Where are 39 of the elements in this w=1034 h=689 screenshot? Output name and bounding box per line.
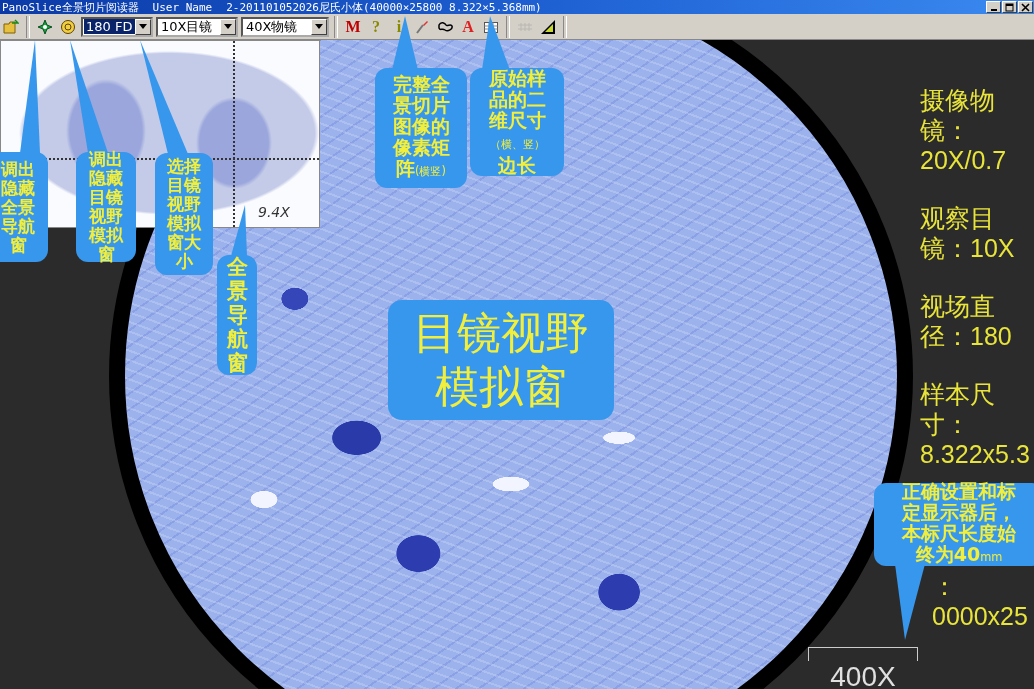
callout-bubble: 正确设置和标定显示器后，本标尺长度始终为40mm — [874, 483, 1034, 566]
cross-arrows-icon — [37, 18, 53, 35]
dropdown[interactable]: 40X物镜 — [241, 16, 329, 37]
info-text: ： 0000x25 — [932, 571, 1029, 631]
user-name: User Name — [152, 0, 213, 14]
info-text: 摄像物镜： 20X/0.7 — [920, 85, 1008, 175]
caret-icon — [315, 24, 323, 29]
callout-bubble: 调出隐藏全景导航窗 — [0, 152, 48, 262]
caret-icon — [139, 24, 147, 29]
maximize-button[interactable] — [1002, 1, 1017, 13]
callout-bubble: 选择目镜视野模拟窗大小 — [155, 153, 213, 275]
close-button[interactable] — [1018, 1, 1033, 13]
caret-icon — [224, 24, 232, 29]
annotation-label: 目镜视野模拟窗 — [388, 300, 614, 420]
callout-bubble: 完整全景切片图像的像素矩阵(横竖) — [375, 68, 467, 188]
callout-pointer — [482, 16, 510, 70]
zoom-level-label: 9.4X — [258, 204, 290, 220]
lens-icon — [60, 18, 76, 35]
info-text: 样本尺寸： 8.322x5.3 — [920, 379, 1031, 469]
dropdown[interactable]: 180 FD — [81, 16, 153, 37]
callout-pointer — [231, 205, 247, 256]
callout-bubble: 全景导航窗 — [217, 255, 257, 375]
app-title: PanoSlice全景切片阅读器 — [2, 0, 139, 14]
close-icon — [1021, 2, 1030, 12]
magnification-label: 400X — [830, 662, 896, 689]
info-text: 视场直径：180 — [920, 291, 1013, 351]
minimize-icon — [990, 8, 997, 11]
dropdown[interactable]: 10X目镜 — [156, 16, 238, 37]
minimize-button[interactable] — [986, 1, 1001, 13]
info-text: 观察目镜：10X — [920, 203, 1016, 263]
callout-pointer — [392, 16, 418, 70]
callout-bubble: 原始样品的二维尺寸 （横、竖） 边长 — [470, 68, 564, 176]
brush-icon — [414, 18, 430, 35]
open-button[interactable] — [1, 16, 21, 37]
callout-bubble: 调出隐藏目镜视野模拟窗 — [76, 152, 136, 262]
folder-icon — [3, 18, 19, 35]
maximize-icon — [1005, 2, 1014, 12]
file-info: 2-201101052026尼氏小体(40000×25800 8.322×5.368mm) — [226, 0, 542, 14]
toolbar-button[interactable]: M — [343, 16, 363, 37]
